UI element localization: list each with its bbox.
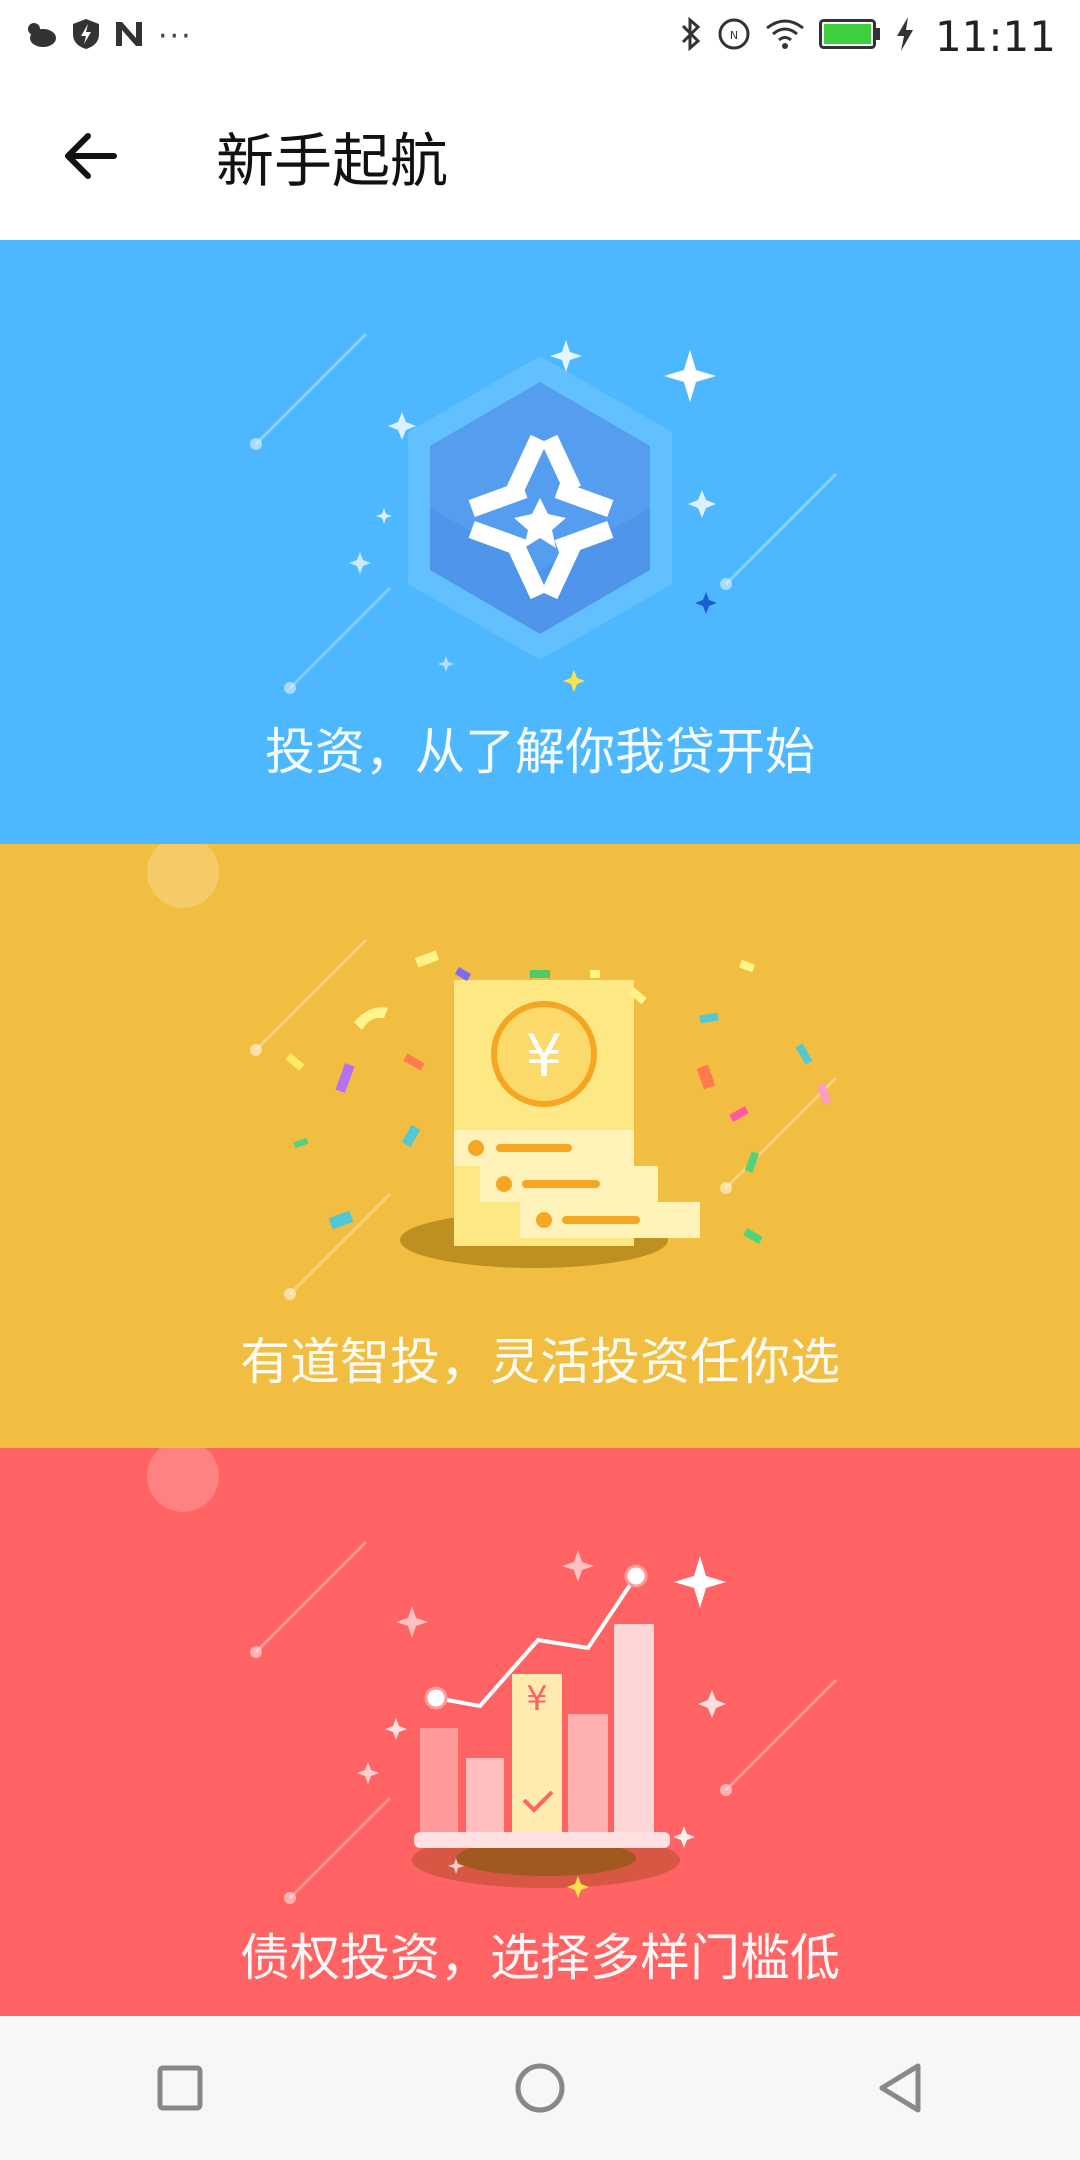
card-caption: 债权投资，选择多样门槛低 bbox=[240, 1929, 840, 1987]
svg-text:N: N bbox=[730, 29, 738, 42]
card-caption: 投资，从了解你我贷开始 bbox=[265, 723, 815, 781]
status-bar-left: ··· bbox=[24, 18, 193, 54]
back-triangle-icon bbox=[879, 2063, 921, 2113]
battery-icon bbox=[818, 19, 881, 53]
nav-back-button[interactable] bbox=[840, 2028, 960, 2148]
card-caption: 有道智投，灵活投资任你选 bbox=[240, 1333, 840, 1391]
arrow-left-icon bbox=[65, 133, 117, 179]
weather-cloud-icon bbox=[24, 19, 58, 53]
status-time: 11:11 bbox=[934, 11, 1056, 61]
bluetooth-icon bbox=[679, 16, 703, 55]
status-bar-right: N 11:11 bbox=[679, 12, 1056, 61]
system-nav-bar bbox=[0, 2016, 1080, 2160]
wifi-icon bbox=[765, 18, 805, 54]
charging-icon bbox=[895, 16, 915, 56]
home-button[interactable] bbox=[480, 2028, 600, 2148]
home-icon bbox=[515, 2063, 565, 2113]
status-bar: ··· N 11:11 bbox=[0, 0, 1080, 72]
nfc-icon: N bbox=[717, 17, 751, 55]
intro-card-2[interactable]: ¥ 有道智投，灵活投资任你选 bbox=[0, 844, 1080, 1448]
page-title: 新手起航 bbox=[216, 127, 449, 195]
intro-card-3[interactable]: ¥ 债权投资，选择多样门槛低 bbox=[0, 1448, 1080, 2052]
n-app-icon bbox=[114, 20, 144, 52]
svg-text:¥: ¥ bbox=[526, 1022, 563, 1090]
intro-card-1[interactable]: 投资，从了解你我贷开始 bbox=[0, 240, 1080, 844]
recent-apps-icon bbox=[157, 2065, 203, 2111]
more-dots-icon: ··· bbox=[158, 18, 193, 54]
shield-bolt-icon bbox=[72, 18, 100, 54]
recent-apps-button[interactable] bbox=[120, 2028, 240, 2148]
svg-text:¥: ¥ bbox=[526, 1679, 548, 1719]
back-button[interactable] bbox=[30, 96, 150, 216]
app-header: 新手起航 bbox=[0, 72, 1080, 240]
